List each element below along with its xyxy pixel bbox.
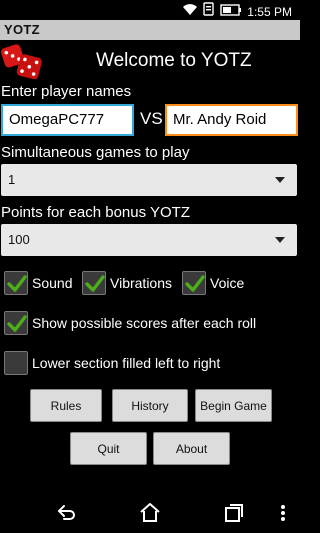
status-time: 1:55 PM <box>247 4 292 19</box>
games-select-value: 1 <box>8 172 16 187</box>
dice-icon <box>0 42 44 82</box>
sound-option[interactable]: Sound <box>4 271 72 295</box>
back-icon[interactable] <box>54 501 78 530</box>
player2-name-input[interactable]: Mr. Andy Roid <box>165 104 298 136</box>
about-button[interactable]: About <box>153 432 230 465</box>
dropdown-arrow-icon <box>275 177 285 183</box>
vibrations-checkbox[interactable] <box>82 271 106 295</box>
navigation-bar <box>0 493 300 533</box>
player1-name-input[interactable]: OmegaPC777 <box>1 104 134 136</box>
bonus-select-value: 100 <box>8 232 30 247</box>
menu-icon[interactable] <box>278 501 288 530</box>
show-scores-checkbox[interactable] <box>4 311 28 335</box>
sound-checkbox[interactable] <box>4 271 28 295</box>
status-bar: 1:55 PM <box>0 0 300 20</box>
lower-section-checkbox[interactable] <box>4 351 28 375</box>
welcome-heading: Welcome to YOTZ <box>96 50 252 71</box>
rules-button[interactable]: Rules <box>30 389 102 422</box>
app-title: YOTZ <box>4 22 40 37</box>
recents-icon[interactable] <box>222 501 246 530</box>
vs-label: VS <box>140 109 163 128</box>
begin-game-button[interactable]: Begin Game <box>195 389 272 422</box>
battery-icon <box>220 3 242 21</box>
home-icon[interactable] <box>138 501 162 530</box>
vibrations-label: Vibrations <box>110 275 173 291</box>
player-names-label: Enter player names <box>1 83 132 100</box>
quit-button[interactable]: Quit <box>70 432 147 465</box>
voice-label: Voice <box>210 275 245 291</box>
lower-section-label: Lower section filled left to right <box>32 355 221 371</box>
voice-checkbox[interactable] <box>182 271 206 295</box>
wifi-icon <box>182 2 198 21</box>
history-button[interactable]: History <box>112 389 188 422</box>
voice-option[interactable]: Voice <box>182 271 244 295</box>
bonus-label: Points for each bonus YOTZ <box>1 204 190 221</box>
dropdown-arrow-icon <box>275 237 285 243</box>
show-scores-label: Show possible scores after each roll <box>32 315 257 331</box>
games-label: Simultaneous games to play <box>1 144 190 161</box>
sound-label: Sound <box>32 275 73 291</box>
games-select[interactable]: 1 <box>1 164 297 196</box>
title-bar: YOTZ <box>0 20 300 40</box>
notification-icon <box>203 2 215 21</box>
vibrations-option[interactable]: Vibrations <box>82 271 172 295</box>
bonus-select[interactable]: 100 <box>1 224 297 256</box>
lower-section-option[interactable]: Lower section filled left to right <box>4 351 220 375</box>
show-scores-option[interactable]: Show possible scores after each roll <box>4 311 256 335</box>
